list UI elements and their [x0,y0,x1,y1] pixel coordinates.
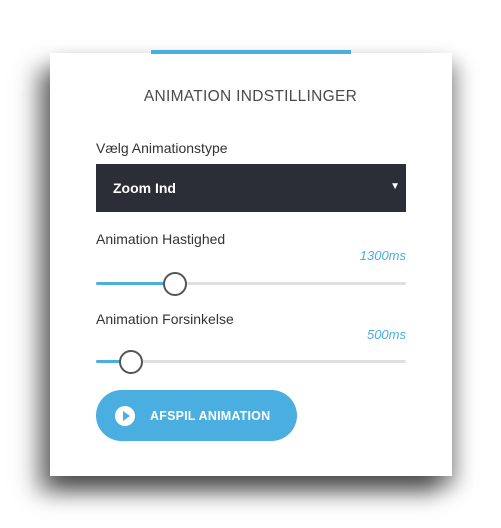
animation-speed-label: Animation Hastighed [96,231,226,247]
animation-speed-slider[interactable] [96,271,406,296]
slider-thumb[interactable] [119,350,144,374]
slider-thumb[interactable] [162,272,187,296]
animation-delay-value: 500ms [366,327,406,342]
triangle-down-icon: ▼ [390,181,400,192]
animation-type-selected-value: Zoom Ind [113,180,176,196]
animation-type-label: Vælg Animationstype [96,140,228,156]
play-icon [115,405,135,426]
animation-speed-value: 1300ms [359,248,406,263]
animation-delay-label: Animation Forsinkelse [96,311,234,327]
slider-fill [96,282,174,285]
panel-accent-bar [151,50,351,54]
panel-title: ANIMATION INDSTILLINGER [143,88,358,105]
animation-delay-slider[interactable] [96,349,406,374]
animation-type-select[interactable]: Zoom Ind ▼ [96,164,406,212]
play-animation-button[interactable]: AFSPIL ANIMATION [96,390,297,441]
settings-stage: ANIMATION INDSTILLINGER Vælg Animationst… [0,0,501,528]
play-animation-label: AFSPIL ANIMATION [150,408,271,423]
